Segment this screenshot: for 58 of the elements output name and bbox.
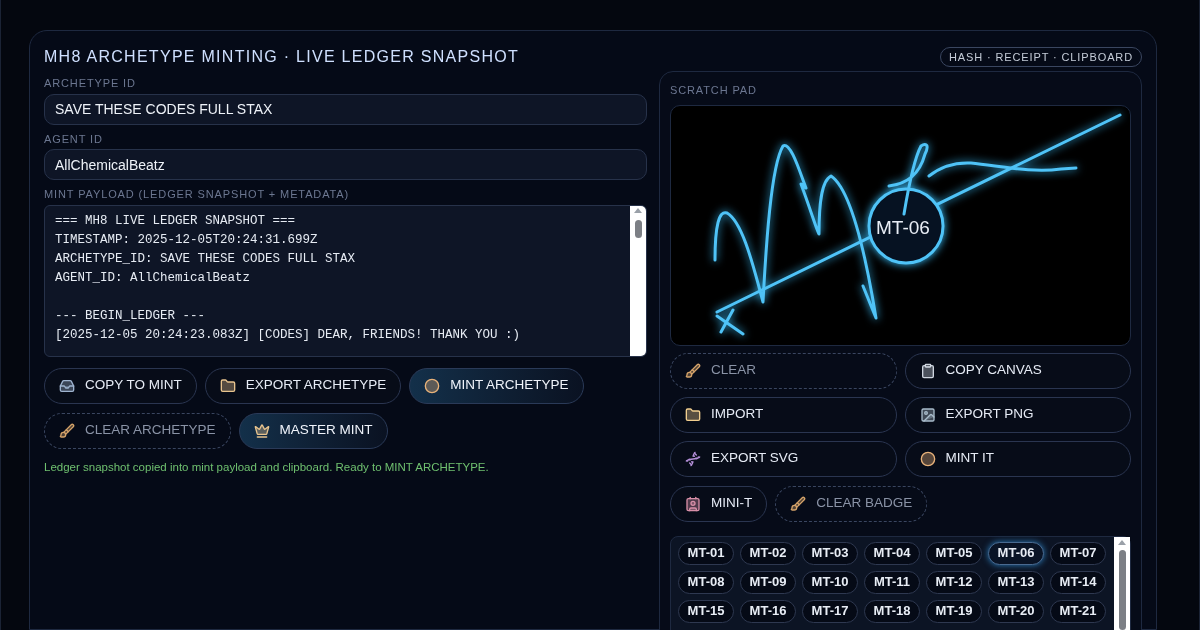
badge-chip[interactable]: MT-06 [988,541,1044,565]
badge-chip[interactable]: MT-03 [802,541,858,565]
action-button[interactable]: IMPORT [670,396,897,433]
badge-chip[interactable]: MT-11 [864,570,920,594]
action-button[interactable]: EXPORT ARCHETYPE [204,367,402,404]
badge-chip[interactable]: MT-13 [988,570,1044,594]
scroll-thumb[interactable] [1118,549,1126,630]
scroll-up-icon[interactable] [1118,539,1126,545]
action-button[interactable]: COPY TO MINT [44,367,197,404]
drawing-canvas[interactable]: MT-06 [670,104,1131,346]
dna-icon [685,450,701,467]
badge-chip[interactable]: MT-02 [740,541,796,565]
badge-chip[interactable]: MT-21 [1050,599,1106,623]
badge-chip[interactable]: MT-17 [802,599,858,623]
action-button[interactable]: COPY CANVAS [904,352,1131,389]
tray-icon [59,377,75,394]
badge-chip[interactable]: MT-04 [864,541,920,565]
badge-chip[interactable]: MT-15 [678,599,734,623]
action-button[interactable]: MASTER MINT [238,412,388,449]
badge-chip[interactable]: MT-05 [926,541,982,565]
coin-icon [919,450,936,467]
text-field[interactable]: SAVE THESE CODES FULL STAX [44,93,647,125]
payload-field[interactable]: === MH8 LIVE LEDGER SNAPSHOT === TIMESTAMP: 2025-12-05T20:24:31.699Z ARCHETYPE_ID: SAVE THESE CODES FULL STAX AGENT_ID: AllChemicalBeatz --- BEGIN_LEDGER --- [2025-12-05 20:24:23.083Z] [CODES] DEAR, FRIENDS! THANK YOU :) [44,204,647,357]
badge-chip[interactable]: MT-08 [678,570,734,594]
badge-chip[interactable]: MT-10 [802,570,858,594]
scrollbar[interactable] [630,205,646,356]
scrollbar[interactable] [1114,536,1130,630]
folder-icon [219,377,236,394]
badge-chip[interactable]: MT-18 [864,599,920,623]
badge-chip[interactable]: MT-20 [988,599,1044,623]
clipboard-icon [919,362,936,379]
card-icon [685,495,701,512]
folder-icon [685,406,701,423]
action-button[interactable]: EXPORT PNG [904,396,1131,433]
text-field[interactable]: AllChemicalBeatz [44,149,647,180]
stamp-label: MT-06 [876,215,930,240]
field-label: ARCHETYPE ID [44,76,137,91]
action-button[interactable]: MINI-T [670,485,768,522]
image-icon [919,406,936,423]
action-button[interactable]: MINT ARCHETYPE [409,367,584,404]
scroll-thumb[interactable] [634,219,642,238]
panel-label: SCRATCH PAD [670,83,758,98]
badge-chip[interactable]: MT-09 [740,570,796,594]
badge-chip[interactable]: MT-16 [740,599,796,623]
field-label: AGENT ID [44,131,104,147]
badge-chip[interactable]: MT-14 [1050,570,1106,594]
badge-chip[interactable]: MT-19 [926,599,982,623]
action-button[interactable]: EXPORT SVG [670,440,897,477]
field-label: MINT PAYLOAD (LEDGER SNAPSHOT + METADATA) [44,187,351,202]
action-button[interactable]: MINT IT [904,440,1131,477]
page-title: MH8 ARCHETYPE MINTING · LIVE LEDGER SNAPSHOT [44,47,520,67]
crown-icon [253,422,270,439]
badge-chip[interactable]: MT-01 [678,541,734,565]
badge-chip[interactable]: MT-12 [926,570,982,594]
status-message: Ledger snapshot copied into mint payload and clipboard. Ready to MINT ARCHETYPE. [44,459,490,475]
badge-chip[interactable]: MT-07 [1050,541,1106,565]
scroll-up-icon[interactable] [634,207,642,213]
coin-icon [424,377,441,394]
